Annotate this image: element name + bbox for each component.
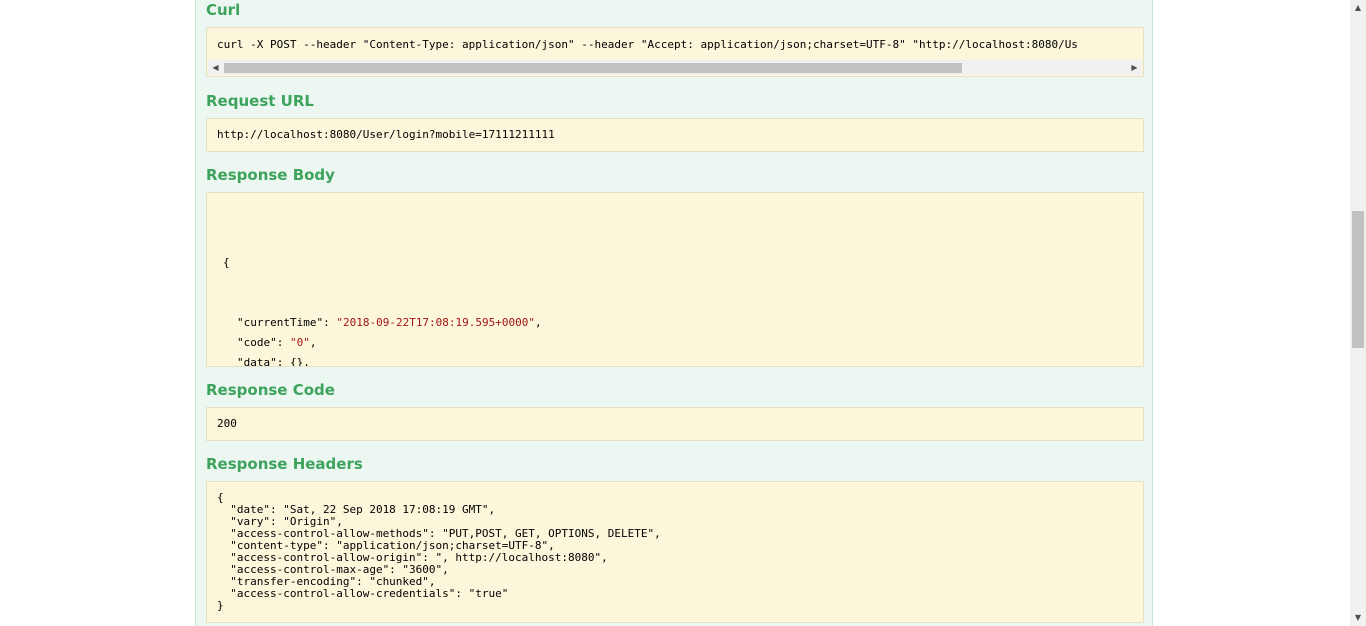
page-scrollbar-thumb[interactable] — [1352, 211, 1364, 348]
scroll-right-arrow-icon[interactable]: ▶ — [1127, 60, 1142, 75]
curl-command: curl -X POST --header "Content-Type: app… — [217, 38, 1078, 51]
curl-scrollbar-thumb[interactable] — [224, 63, 962, 73]
json-separator: , — [309, 336, 317, 349]
json-field-line: "code": "0", — [223, 333, 542, 353]
json-field-value: {} — [290, 356, 304, 367]
response-body-json: { "currentTime": "2018-09-22T17:08:19.59… — [223, 213, 542, 367]
response-body-box: { "currentTime": "2018-09-22T17:08:19.59… — [206, 192, 1144, 367]
json-field-key: "code" — [237, 336, 277, 349]
json-field-line: "currentTime": "2018-09-22T17:08:19.595+… — [223, 313, 542, 333]
json-colon: : — [276, 356, 290, 367]
json-open-brace: { — [223, 256, 230, 269]
response-headers-title: Response Headers — [206, 455, 363, 473]
curl-command-box[interactable]: curl -X POST --header "Content-Type: app… — [206, 27, 1144, 77]
header-line: } — [217, 599, 224, 612]
json-field-value: "2018-09-22T17:08:19.595+0000" — [336, 316, 536, 329]
response-headers-box: { "date": "Sat, 22 Sep 2018 17:08:19 GMT… — [206, 481, 1144, 623]
response-code-title: Response Code — [206, 381, 335, 399]
response-panel: Curl curl -X POST --header "Content-Type… — [195, 0, 1153, 626]
json-separator: , — [303, 356, 310, 367]
scroll-left-arrow-icon[interactable]: ◀ — [208, 60, 223, 75]
response-code-value: 200 — [217, 417, 237, 430]
response-headers-json: { "date": "Sat, 22 Sep 2018 17:08:19 GMT… — [217, 492, 661, 612]
curl-horizontal-scrollbar[interactable]: ◀ ▶ — [208, 60, 1142, 75]
header-line: "access-control-allow-credentials": "tru… — [217, 587, 509, 600]
json-separator: , — [535, 316, 542, 329]
json-colon: : — [276, 336, 290, 349]
request-url-value[interactable]: http://localhost:8080/User/login?mobile=… — [217, 128, 555, 142]
json-field-key: "data" — [237, 356, 277, 367]
page-vertical-scrollbar[interactable]: ▲ ▼ — [1350, 0, 1366, 626]
request-url-box: http://localhost:8080/User/login?mobile=… — [206, 118, 1144, 152]
response-code-box: 200 — [206, 407, 1144, 441]
page: Curl curl -X POST --header "Content-Type… — [0, 0, 1350, 626]
json-field-line: "data": {}, — [223, 353, 542, 367]
json-colon: : — [323, 316, 337, 329]
json-field-value: "0" — [290, 336, 310, 349]
json-fields: "currentTime": "2018-09-22T17:08:19.595+… — [223, 313, 542, 367]
request-url-title: Request URL — [206, 92, 314, 110]
scroll-up-arrow-icon[interactable]: ▲ — [1350, 0, 1366, 16]
response-body-title: Response Body — [206, 166, 335, 184]
curl-title: Curl — [206, 1, 241, 19]
json-field-key: "currentTime" — [237, 316, 324, 329]
scroll-down-arrow-icon[interactable]: ▼ — [1350, 610, 1366, 626]
